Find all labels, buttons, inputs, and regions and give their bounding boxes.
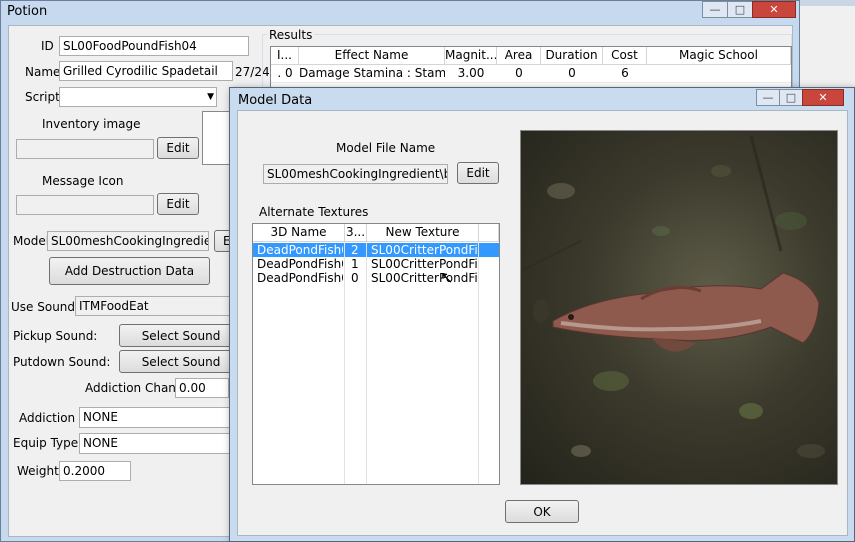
model-file-name-field: SL00meshCookingIngredient\bakedp xyxy=(263,164,448,184)
weight-label: Weight xyxy=(17,464,59,478)
row-texture: SL00CritterPondFis... xyxy=(371,243,479,257)
maximize-icon[interactable]: □ xyxy=(727,1,753,18)
model-field: SL00meshCookingIngredient\bal xyxy=(47,231,209,251)
results-col-magic-school[interactable]: Magic School xyxy=(647,47,791,65)
message-icon-field xyxy=(16,195,154,215)
minimize-icon[interactable]: — xyxy=(702,1,728,18)
results-col-effect-name[interactable]: Effect Name xyxy=(299,47,445,65)
model-label: Model xyxy=(13,234,50,248)
row-3d-name: DeadPondFish0... xyxy=(257,243,343,257)
alternate-textures-label: Alternate Textures xyxy=(259,205,369,219)
close-icon[interactable]: ✕ xyxy=(802,89,844,106)
inventory-image-label: Inventory image xyxy=(42,117,141,131)
col-3d-name[interactable]: 3D Name xyxy=(253,224,345,242)
row-3d-name: DeadPondFish0... xyxy=(257,257,343,271)
results-col-area[interactable]: Area xyxy=(497,47,541,65)
addiction-dropdown[interactable]: NONE xyxy=(79,407,241,428)
row-index: 0 xyxy=(351,271,359,285)
row-index: 2 xyxy=(351,243,359,257)
name-field[interactable]: Grilled Cyrodilic Spadetail xyxy=(59,61,233,81)
message-icon-edit-button[interactable]: Edit xyxy=(157,193,199,215)
cursor-icon: ↖ xyxy=(440,268,454,287)
results-col-cost[interactable]: Cost xyxy=(603,47,647,65)
list-item[interactable]: DeadPondFish0... 2 SL00CritterPondFis... xyxy=(253,243,499,257)
putdown-select-sound-button[interactable]: Select Sound xyxy=(119,350,243,373)
potion-window-title: Potion xyxy=(7,4,48,19)
id-label: ID xyxy=(41,39,54,53)
name-label: Name xyxy=(25,65,61,79)
model-caption-buttons: — □ ✕ xyxy=(756,89,844,106)
model-file-name-label: Model File Name xyxy=(336,141,436,155)
message-icon-label: Message Icon xyxy=(42,174,124,188)
putdown-sound-label: Putdown Sound: xyxy=(13,355,111,369)
ok-button[interactable]: OK xyxy=(505,500,579,523)
close-icon[interactable]: ✕ xyxy=(752,1,796,18)
col-index[interactable]: 3... xyxy=(345,224,367,242)
row-texture: SL00CritterPondFis... xyxy=(371,257,479,271)
maximize-icon[interactable]: □ xyxy=(779,89,803,106)
col-filler xyxy=(479,224,499,242)
row-3d-name: DeadPondFish0... xyxy=(257,271,343,285)
potion-caption-buttons: — □ ✕ xyxy=(702,1,796,18)
model-file-edit-button[interactable]: Edit xyxy=(457,162,499,184)
addiction-label: Addiction xyxy=(19,411,76,425)
use-sound-field: ITMFoodEat xyxy=(75,296,241,316)
column-divider xyxy=(478,242,479,484)
inventory-image-edit-button[interactable]: Edit xyxy=(157,137,199,159)
results-cell-cost: 6 xyxy=(621,66,629,80)
column-divider xyxy=(366,242,367,484)
pickup-select-sound-button[interactable]: Select Sound xyxy=(119,324,243,347)
results-col-duration[interactable]: Duration xyxy=(541,47,603,65)
use-sound-label: Use Sound xyxy=(11,300,76,314)
equip-type-dropdown[interactable]: NONE xyxy=(79,433,241,454)
results-col-index[interactable]: I... xyxy=(271,47,299,65)
inventory-image-field xyxy=(16,139,154,159)
equip-type-label: Equip Type xyxy=(13,436,79,450)
list-item[interactable]: DeadPondFish0... 0 SL00CritterPondFis... xyxy=(253,271,499,285)
results-cell-effect: Damage Stamina : Stamina xyxy=(299,66,445,80)
model-preview-viewport[interactable] xyxy=(520,130,838,485)
fish-model-image xyxy=(521,135,825,458)
id-field[interactable]: SL00FoodPoundFish04 xyxy=(59,36,249,56)
chevron-down-icon: ▼ xyxy=(207,92,214,102)
model-data-window: Model Data — □ ✕ Model File Name SL00mes… xyxy=(229,87,855,542)
minimize-icon[interactable]: — xyxy=(756,89,780,106)
script-dropdown[interactable]: ▼ xyxy=(59,87,217,107)
col-new-texture[interactable]: New Texture xyxy=(367,224,479,242)
pickup-sound-label: Pickup Sound: xyxy=(13,329,98,343)
results-cell-area: 0 xyxy=(515,66,523,80)
weight-field[interactable]: 0.2000 xyxy=(59,461,131,481)
results-title: Results xyxy=(267,28,315,42)
results-cell-duration: 0 xyxy=(568,66,576,80)
addiction-chance-field[interactable]: 0.00 xyxy=(175,378,229,398)
alternate-textures-list[interactable]: 3D Name 3... New Texture DeadPondFish0..… xyxy=(252,223,500,485)
column-divider xyxy=(344,242,345,484)
list-item[interactable]: DeadPondFish0... 1 SL00CritterPondFis... xyxy=(253,257,499,271)
add-destruction-data-button[interactable]: Add Destruction Data xyxy=(49,257,210,285)
row-texture: SL00CritterPondFis... xyxy=(371,271,479,285)
results-cell-index: . 0 xyxy=(277,66,293,80)
model-data-title: Model Data xyxy=(238,93,313,108)
table-row[interactable]: . 0 Damage Stamina : Stamina 3.00 0 0 6 xyxy=(271,65,791,83)
results-cell-school xyxy=(647,65,791,82)
results-cell-magnitude: 3.00 xyxy=(457,66,485,80)
results-col-magnitude[interactable]: Magnit... xyxy=(445,47,497,65)
row-index: 1 xyxy=(351,257,359,271)
model-data-client-area: Model File Name SL00meshCookingIngredien… xyxy=(237,110,848,536)
script-label: Script xyxy=(25,90,60,104)
